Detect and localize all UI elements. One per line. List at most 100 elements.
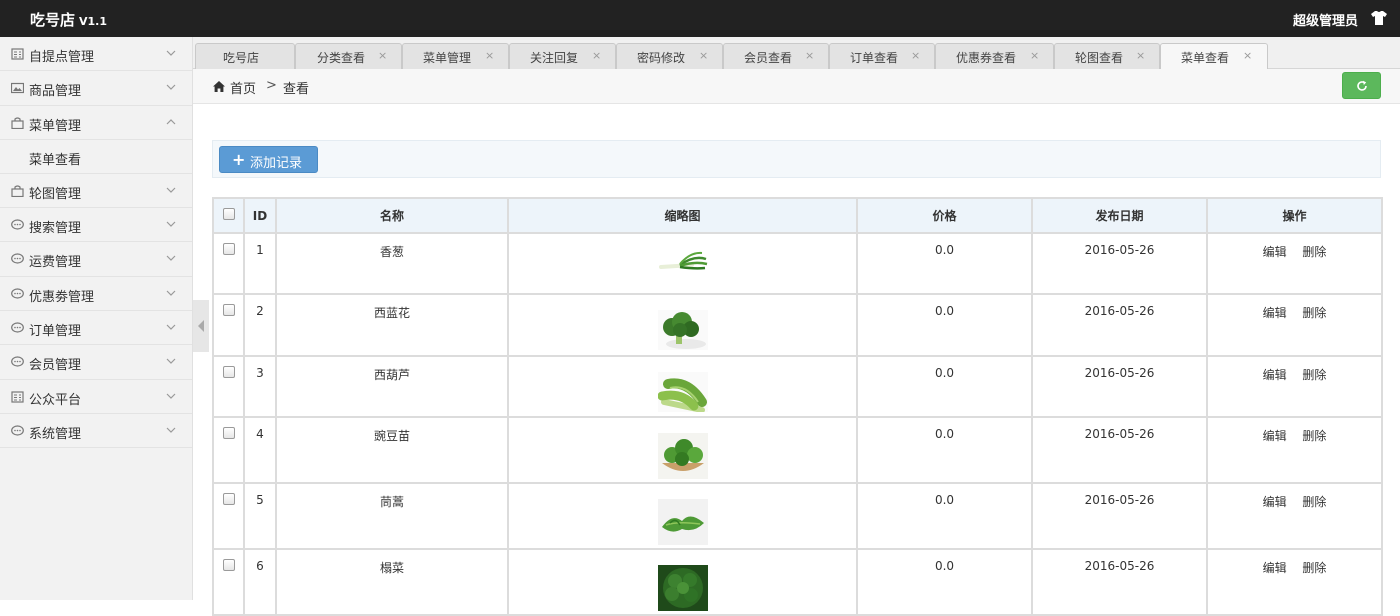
cell-actions: 编辑 删除	[1206, 354, 1383, 419]
breadcrumb-home-link[interactable]: 首页	[230, 78, 256, 97]
edit-link[interactable]: 编辑	[1263, 304, 1287, 321]
tab-follow-reply[interactable]: 关注回复 ×	[509, 43, 616, 69]
caret-left-icon	[198, 320, 204, 332]
refresh-button[interactable]	[1342, 72, 1381, 99]
row-checkbox[interactable]	[222, 365, 235, 378]
cell-id: 2	[243, 293, 277, 357]
tab-close-icon[interactable]: ×	[1030, 49, 1039, 62]
tab-order-view[interactable]: 订单查看 ×	[829, 43, 935, 69]
tab-close-icon[interactable]: ×	[805, 49, 814, 62]
tab-category-view[interactable]: 分类查看 ×	[295, 43, 402, 69]
cell-price: 0.0	[856, 293, 1033, 357]
column-header-thumbnail[interactable]: 缩略图	[507, 197, 858, 234]
sidebar-item-orders[interactable]: 订单管理	[0, 311, 192, 346]
bag-icon	[11, 116, 24, 129]
sidebar-subitem-menu-view[interactable]: 菜单查看	[0, 139, 192, 174]
column-header-date[interactable]: 发布日期	[1031, 197, 1208, 234]
scallion-thumbnail	[658, 251, 707, 270]
tab-close-icon[interactable]: ×	[1136, 49, 1145, 62]
delete-link[interactable]: 删除	[1302, 243, 1326, 260]
column-header-id[interactable]: ID	[243, 197, 277, 234]
column-header-name[interactable]: 名称	[275, 197, 509, 234]
tab-close-icon[interactable]: ×	[592, 49, 601, 62]
breadcrumb-separator: >	[266, 78, 277, 93]
column-header-actions: 操作	[1206, 197, 1383, 234]
sidebar-item-menu[interactable]: 菜单管理	[0, 106, 192, 140]
sidebar-item-coupons[interactable]: 优惠劵管理	[0, 277, 192, 312]
row-checkbox[interactable]	[222, 427, 235, 440]
tab-carousel-view[interactable]: 轮图查看 ×	[1054, 43, 1160, 69]
breadcrumb: 首页 > 查看	[193, 69, 1400, 104]
sidebar-item-label: 公众平台	[29, 392, 82, 408]
app-brand[interactable]: 吃号店 V1.1	[30, 9, 107, 30]
edit-link[interactable]: 编辑	[1263, 243, 1287, 260]
cell-actions: 编辑 删除	[1206, 416, 1383, 485]
row-checkbox[interactable]	[222, 304, 235, 317]
sidebar-item-label: 搜索管理	[29, 221, 82, 237]
tab-label: 轮图查看	[1075, 51, 1124, 65]
edit-link[interactable]: 编辑	[1263, 493, 1287, 510]
chevron-down-icon	[166, 84, 176, 91]
edit-link[interactable]: 编辑	[1263, 366, 1287, 383]
zucchini-thumbnail	[657, 371, 708, 412]
building-icon	[11, 48, 24, 60]
cell-thumbnail	[507, 482, 858, 551]
sidebar-item-search[interactable]: 搜索管理	[0, 208, 192, 243]
tab-member-view[interactable]: 会员查看 ×	[723, 43, 829, 69]
sidebar-item-system[interactable]: 系统管理	[0, 414, 192, 449]
select-all-checkbox[interactable]	[222, 208, 235, 220]
tab-close-icon[interactable]: ×	[378, 49, 387, 62]
delete-link[interactable]: 删除	[1302, 559, 1326, 576]
row-checkbox[interactable]	[222, 493, 235, 506]
tab-menu-view[interactable]: 菜单查看 ×	[1160, 43, 1268, 70]
delete-link[interactable]: 删除	[1302, 304, 1326, 321]
cell-price: 0.0	[856, 548, 1033, 616]
menu-table: ID 名称 缩略图 价格 发布日期 操作 1 香葱 0.0 2016-05-26…	[212, 197, 1383, 616]
row-select-cell	[212, 293, 245, 357]
cell-thumbnail	[507, 416, 858, 485]
row-checkbox[interactable]	[222, 243, 235, 255]
chat-icon	[11, 253, 24, 265]
bag-icon	[11, 185, 24, 197]
tab-close-icon[interactable]: ×	[1243, 49, 1252, 62]
sidebar-item-label: 系统管理	[29, 426, 82, 442]
tab-coupon-view[interactable]: 优惠券查看 ×	[935, 43, 1054, 69]
edit-link[interactable]: 编辑	[1263, 427, 1287, 444]
sidebar-item-carousel[interactable]: 轮图管理	[0, 174, 192, 209]
table-row: 5 茼蒿 0.0 2016-05-26 编辑 删除	[212, 482, 1383, 551]
tshirt-icon[interactable]	[1370, 10, 1388, 26]
table-row: 1 香葱 0.0 2016-05-26 编辑 删除	[212, 231, 1383, 296]
tab-menu-manage[interactable]: 菜单管理 ×	[402, 43, 509, 69]
current-user[interactable]: 超级管理员	[1293, 10, 1358, 29]
row-checkbox[interactable]	[222, 559, 235, 572]
add-record-label: 添加记录	[250, 156, 303, 171]
app-version: V1.1	[79, 15, 108, 28]
cell-id: 1	[243, 231, 277, 296]
sidebar-item-members[interactable]: 会员管理	[0, 345, 192, 380]
sidebar-item-products[interactable]: 商品管理	[0, 71, 192, 106]
cell-price: 0.0	[856, 416, 1033, 485]
table-header-row: ID 名称 缩略图 价格 发布日期 操作	[212, 197, 1383, 234]
sidebar-item-public-platform[interactable]: 公众平台	[0, 380, 192, 414]
edit-link[interactable]: 编辑	[1263, 559, 1287, 576]
delete-link[interactable]: 删除	[1302, 427, 1326, 444]
sidebar-item-label: 菜单管理	[29, 118, 82, 134]
delete-link[interactable]: 删除	[1302, 366, 1326, 383]
column-header-price[interactable]: 价格	[856, 197, 1033, 234]
tab-bar: 吃号店 分类查看 × 菜单管理 × 关注回复 × 密码修改 × 会员查看 × 订…	[193, 37, 1400, 70]
tab-label: 优惠券查看	[956, 51, 1017, 65]
sidebar-item-label: 轮图管理	[29, 186, 82, 202]
tab-password-change[interactable]: 密码修改 ×	[616, 43, 723, 69]
tab-close-icon[interactable]: ×	[911, 49, 920, 62]
sidebar-item-pickup[interactable]: 自提点管理	[0, 37, 192, 72]
cell-price: 0.0	[856, 354, 1033, 419]
tab-home[interactable]: 吃号店	[195, 43, 295, 69]
tab-close-icon[interactable]: ×	[699, 49, 708, 62]
tab-label: 会员查看	[744, 51, 793, 65]
tab-close-icon[interactable]: ×	[485, 49, 494, 62]
delete-link[interactable]: 删除	[1302, 493, 1326, 510]
sidebar-collapse-handle[interactable]	[193, 300, 209, 352]
chat-icon	[11, 288, 24, 299]
sidebar-item-shipping[interactable]: 运费管理	[0, 242, 192, 277]
add-record-button[interactable]: + 添加记录	[219, 146, 318, 173]
